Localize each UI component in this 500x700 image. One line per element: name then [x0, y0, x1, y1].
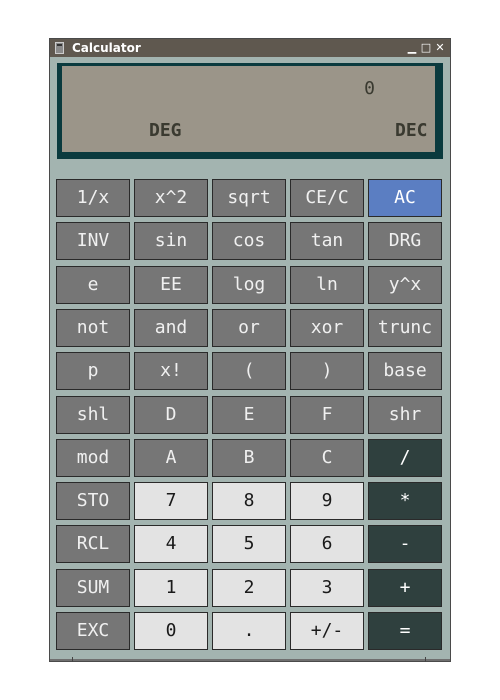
display-value: 0 — [364, 78, 375, 99]
sin-button[interactable]: sin — [134, 222, 208, 260]
divide-button[interactable]: / — [368, 439, 442, 477]
hex-a-button[interactable]: A — [134, 439, 208, 477]
square-button[interactable]: x^2 — [134, 179, 208, 217]
angle-mode-indicator: DEG — [149, 120, 182, 141]
close-paren-button[interactable]: ) — [290, 352, 364, 390]
cos-button[interactable]: cos — [212, 222, 286, 260]
shift-right-button[interactable]: shr — [368, 396, 442, 434]
number-base-indicator: DEC — [395, 120, 428, 141]
base-button[interactable]: base — [368, 352, 442, 390]
and-button[interactable]: and — [134, 309, 208, 347]
title-bar[interactable]: Calculator ▁ □ ✕ — [50, 39, 450, 57]
exchange-button[interactable]: EXC — [56, 612, 130, 650]
digit-3-button[interactable]: 3 — [290, 569, 364, 607]
subtract-button[interactable]: - — [368, 525, 442, 563]
sqrt-button[interactable]: sqrt — [212, 179, 286, 217]
or-button[interactable]: or — [212, 309, 286, 347]
add-button[interactable]: + — [368, 569, 442, 607]
hex-d-button[interactable]: D — [134, 396, 208, 434]
log-button[interactable]: log — [212, 266, 286, 304]
reciprocal-button[interactable]: 1/x — [56, 179, 130, 217]
digit-1-button[interactable]: 1 — [134, 569, 208, 607]
exponent-button[interactable]: EE — [134, 266, 208, 304]
hex-c-button[interactable]: C — [290, 439, 364, 477]
digit-8-button[interactable]: 8 — [212, 482, 286, 520]
sum-button[interactable]: SUM — [56, 569, 130, 607]
digit-7-button[interactable]: 7 — [134, 482, 208, 520]
store-button[interactable]: STO — [56, 482, 130, 520]
equals-button[interactable]: = — [368, 612, 442, 650]
tan-button[interactable]: tan — [290, 222, 364, 260]
decimal-point-button[interactable]: . — [212, 612, 286, 650]
hex-f-button[interactable]: F — [290, 396, 364, 434]
minimize-button[interactable]: ▁ — [406, 40, 418, 56]
digit-4-button[interactable]: 4 — [134, 525, 208, 563]
negate-button[interactable]: +/- — [290, 612, 364, 650]
maximize-button[interactable]: □ — [420, 40, 432, 56]
resize-grip-left[interactable] — [72, 657, 73, 662]
digit-5-button[interactable]: 5 — [212, 525, 286, 563]
digit-2-button[interactable]: 2 — [212, 569, 286, 607]
trunc-button[interactable]: trunc — [368, 309, 442, 347]
calculator-window: Calculator ▁ □ ✕ 0 DEG DEC 1/x x^2 sqrt CE/… — [49, 38, 451, 662]
digit-6-button[interactable]: 6 — [290, 525, 364, 563]
open-paren-button[interactable]: ( — [212, 352, 286, 390]
lcd-screen: 0 DEG DEC — [62, 66, 435, 152]
factorial-button[interactable]: x! — [134, 352, 208, 390]
power-button[interactable]: y^x — [368, 266, 442, 304]
recall-button[interactable]: RCL — [56, 525, 130, 563]
shift-left-button[interactable]: shl — [56, 396, 130, 434]
close-button[interactable]: ✕ — [434, 40, 446, 56]
p-button[interactable]: p — [56, 352, 130, 390]
hex-e-button[interactable]: E — [212, 396, 286, 434]
digit-9-button[interactable]: 9 — [290, 482, 364, 520]
drg-button[interactable]: DRG — [368, 222, 442, 260]
clear-entry-button[interactable]: CE/C — [290, 179, 364, 217]
resize-grip-right[interactable] — [425, 657, 426, 662]
multiply-button[interactable]: * — [368, 482, 442, 520]
window-title: Calculator — [72, 41, 141, 55]
keypad: 1/x x^2 sqrt CE/C AC INV sin cos tan DRG e EE log ln y… — [56, 179, 446, 655]
not-button[interactable]: not — [56, 309, 130, 347]
display-panel: 0 DEG DEC — [57, 63, 443, 159]
e-constant-button[interactable]: e — [56, 266, 130, 304]
inverse-button[interactable]: INV — [56, 222, 130, 260]
ln-button[interactable]: ln — [290, 266, 364, 304]
digit-0-button[interactable]: 0 — [134, 612, 208, 650]
xor-button[interactable]: xor — [290, 309, 364, 347]
mod-button[interactable]: mod — [56, 439, 130, 477]
all-clear-button[interactable]: AC — [368, 179, 442, 217]
hex-b-button[interactable]: B — [212, 439, 286, 477]
window-bottom-border — [50, 659, 450, 661]
calculator-app-icon — [55, 42, 64, 54]
